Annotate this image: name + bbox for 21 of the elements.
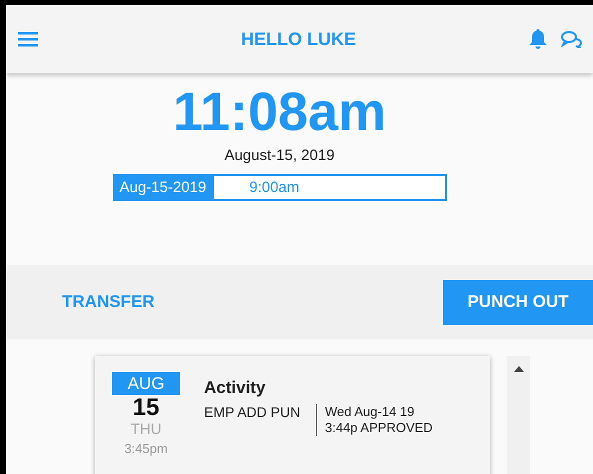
chat-icon[interactable] bbox=[561, 30, 583, 48]
activity-code: EMP ADD PUN bbox=[204, 404, 302, 422]
scrollbar[interactable] bbox=[507, 356, 530, 474]
shift-time: 9:00am bbox=[248, 178, 300, 198]
transfer-button[interactable]: TRANSFER bbox=[52, 288, 165, 316]
current-time: 11:08am bbox=[172, 83, 386, 141]
scroll-up-icon[interactable] bbox=[514, 366, 524, 372]
entry-time: 3:45pm bbox=[124, 441, 168, 456]
activity-card[interactable]: AUG 15 THU 3:45pm Activity EMP ADD PUN Wed Aug-14 19 3:44p APPROVED bbox=[95, 356, 490, 474]
menu-icon[interactable] bbox=[18, 31, 38, 47]
activity-detail: Wed Aug-14 19 3:44p APPROVED bbox=[316, 404, 433, 436]
punch-out-button[interactable]: PUNCH OUT bbox=[443, 280, 593, 324]
weekday-label: THU bbox=[130, 421, 162, 438]
shift-date: Aug-15-2019 bbox=[114, 176, 214, 199]
greeting-title: HELLO LUKE bbox=[240, 28, 357, 50]
current-date: August-15, 2019 bbox=[224, 147, 335, 164]
bell-icon[interactable] bbox=[529, 29, 547, 49]
day-number: 15 bbox=[132, 395, 160, 421]
month-label: AUG bbox=[112, 372, 180, 395]
activity-title: Activity bbox=[204, 378, 266, 398]
shift-field[interactable]: Aug-15-2019 9:00am bbox=[112, 174, 446, 201]
